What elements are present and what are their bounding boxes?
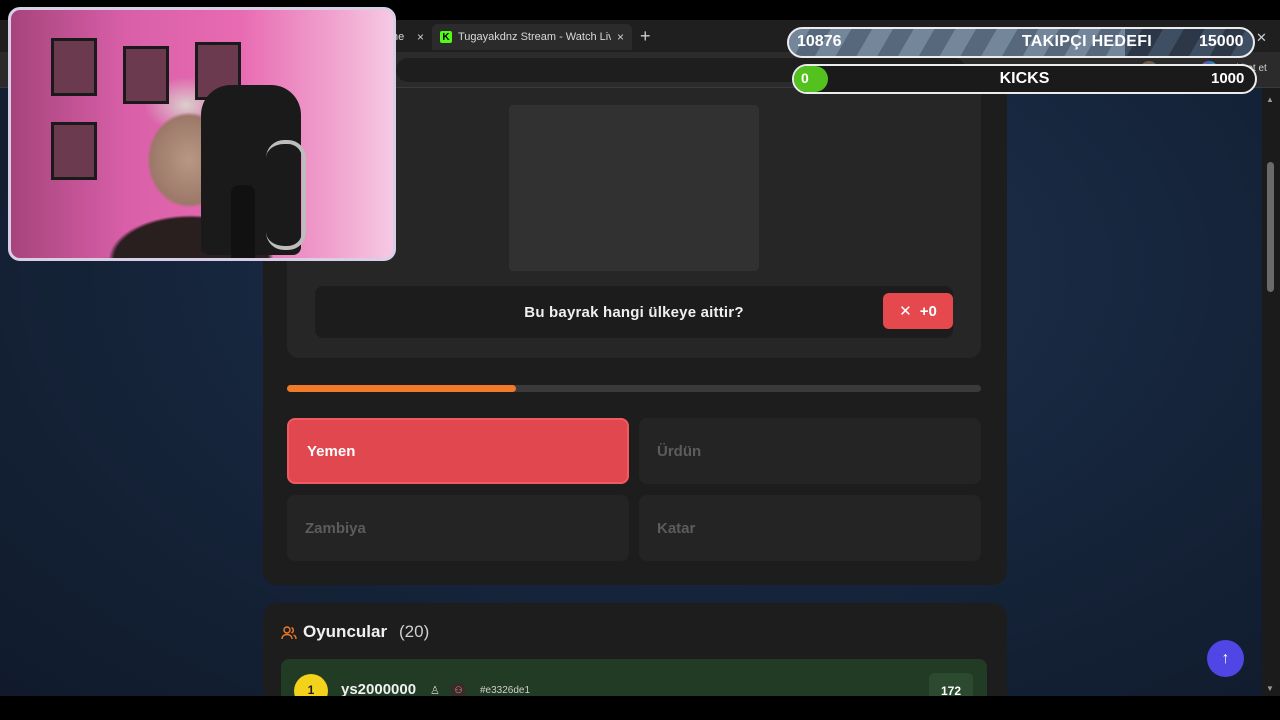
wall-frame [51, 122, 97, 180]
answer-option-4[interactable]: Katar [639, 495, 981, 561]
close-icon: ✕ [899, 303, 912, 320]
wall-frame [51, 38, 97, 96]
scrollbar-thumb[interactable] [1267, 162, 1274, 292]
timer-progress-fill [287, 385, 517, 392]
flag-image [509, 105, 759, 271]
score-delta: +0 [919, 302, 937, 320]
wall-frame [123, 46, 169, 104]
close-icon[interactable]: × [417, 30, 424, 44]
answer-option-2[interactable]: Ürdün [639, 418, 981, 484]
browser-tab-active[interactable]: K Tugayakdnz Stream - Watch Live o × [432, 24, 632, 50]
webcam-overlay [8, 7, 396, 261]
player-id: #e3326de1 [480, 685, 531, 696]
tab-title: Tugayakdnz Stream - Watch Live o [458, 31, 611, 43]
follow-goal-target: 15000 [1199, 33, 1244, 50]
kicks-target: 1000 [1211, 70, 1245, 87]
kick-logo-icon: K [440, 31, 452, 43]
microphone [231, 185, 255, 258]
score-badge: ✕ +0 [883, 293, 953, 329]
screen: ne × K Tugayakdnz Stream - Watch Live o … [0, 0, 1280, 720]
question-text: Bu bayrak hangi ülkeye aittir? [524, 303, 744, 321]
kicks-title: KICKS [999, 70, 1050, 87]
users-icon [281, 626, 297, 640]
scroll-to-top-button[interactable]: ↑ [1207, 640, 1244, 677]
new-tab-icon[interactable]: + [640, 26, 651, 47]
scroll-up-arrow-icon[interactable]: ▲ [1266, 95, 1274, 104]
timer-progress-bar [287, 385, 981, 392]
answer-option-3[interactable]: Zambiya [287, 495, 629, 561]
answer-option-1[interactable]: Yemen [287, 418, 629, 484]
players-title: Oyuncular [303, 622, 388, 641]
bottom-bar [0, 696, 1280, 720]
chair-frame [266, 140, 306, 250]
close-icon[interactable]: × [617, 30, 624, 44]
arrow-up-icon: ↑ [1221, 649, 1230, 667]
players-count: (20) [399, 622, 430, 641]
scroll-down-arrow-icon[interactable]: ▼ [1266, 684, 1274, 693]
